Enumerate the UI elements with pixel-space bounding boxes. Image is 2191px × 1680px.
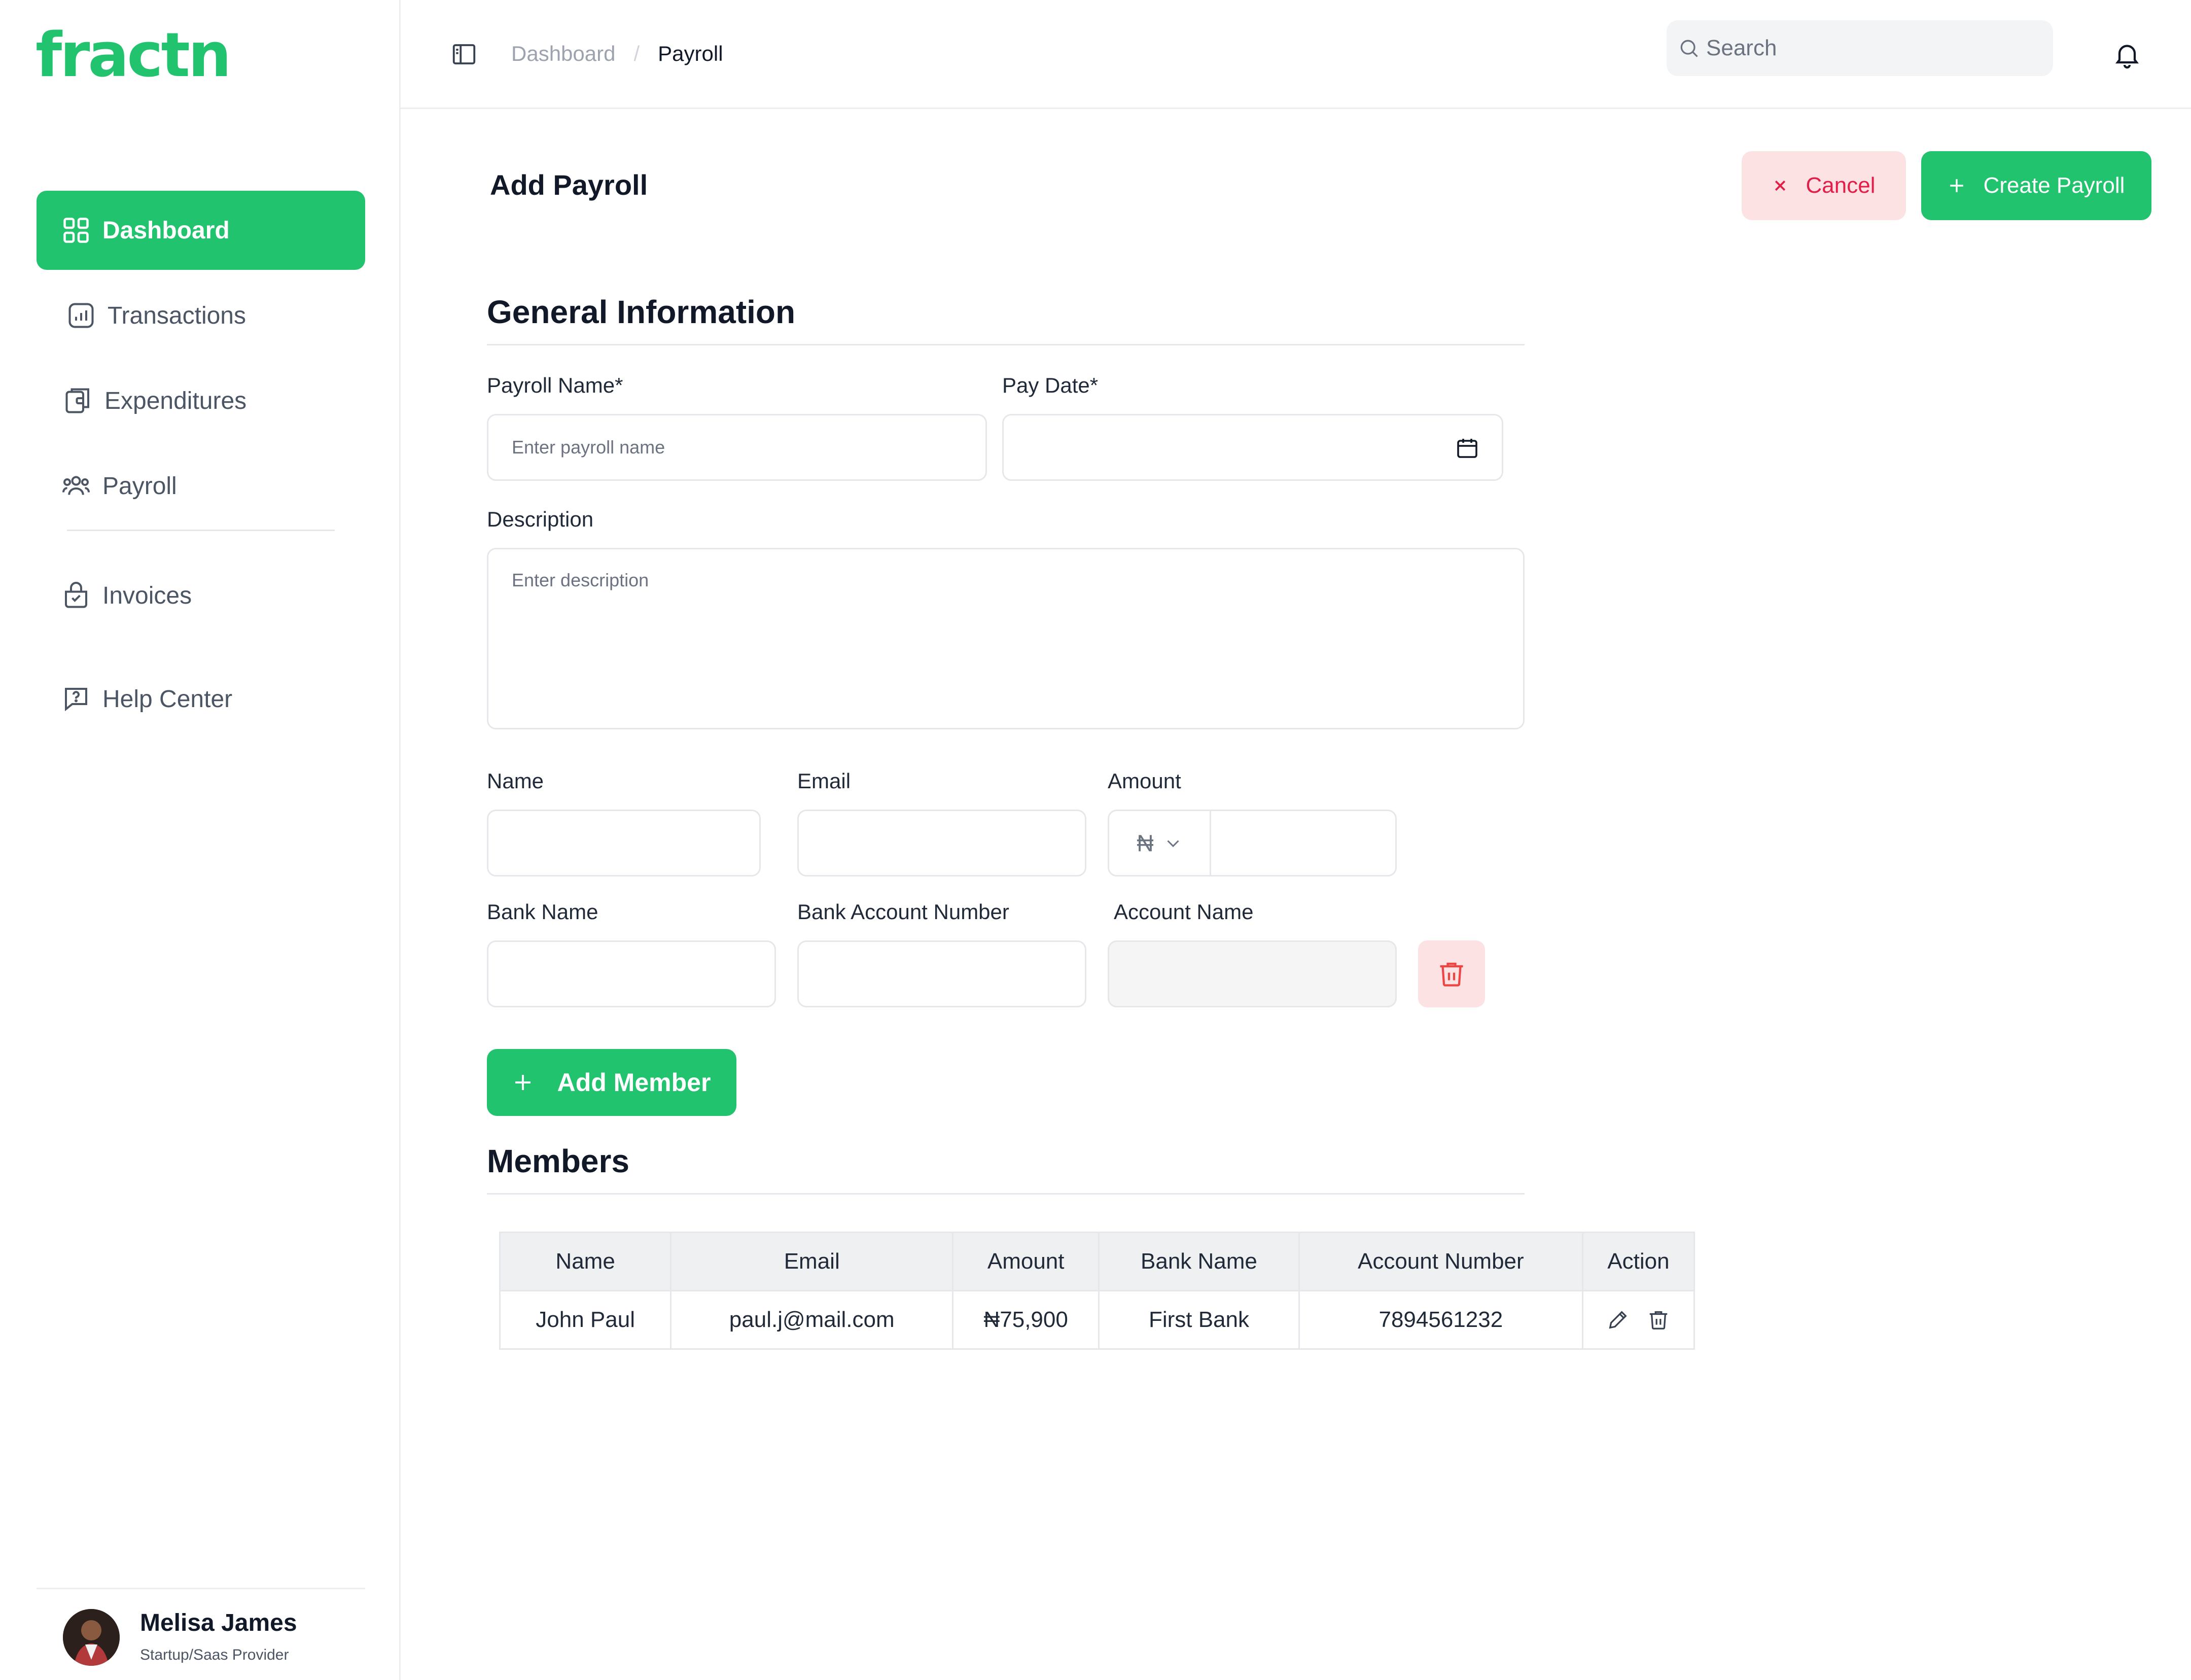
bank-name-input[interactable]: [487, 940, 776, 1007]
help-chat-icon: [61, 684, 91, 714]
create-payroll-button[interactable]: Create Payroll: [1921, 151, 2151, 220]
plus-icon: [1948, 177, 1965, 194]
member-email-input[interactable]: [797, 810, 1086, 877]
account-name-label: Account Name: [1114, 900, 1254, 924]
member-action-cell: [1581, 1290, 1695, 1350]
member-amount-cell: ₦75,900: [952, 1290, 1100, 1350]
wallet-icon: [63, 386, 93, 416]
member-name-input[interactable]: [487, 810, 761, 877]
sidebar-item-invoices[interactable]: Invoices: [37, 556, 365, 635]
column-header: Account Number: [1298, 1232, 1583, 1291]
members-table: Name Email Amount Bank Name Account Numb…: [499, 1232, 1695, 1350]
section-divider: [487, 344, 1525, 345]
member-name-cell: John Paul: [499, 1290, 672, 1350]
sidebar-item-expenditures[interactable]: Expenditures: [37, 361, 365, 440]
search-input[interactable]: Search: [1667, 20, 2053, 76]
member-account-cell: 7894561232: [1298, 1290, 1583, 1350]
profile-name: Melisa James: [140, 1609, 297, 1636]
plus-icon: [513, 1072, 533, 1093]
search-placeholder: Search: [1706, 36, 1777, 60]
member-amount-label: Amount: [1108, 769, 1181, 793]
sidebar-item-label: Expenditures: [104, 387, 247, 414]
column-header: Bank Name: [1098, 1232, 1300, 1291]
payroll-name-input[interactable]: Enter payroll name: [487, 414, 987, 481]
bank-name-label: Bank Name: [487, 900, 598, 924]
sidebar-toggle-icon[interactable]: [450, 41, 478, 68]
section-divider: [487, 1193, 1525, 1195]
sidebar-item-help-center[interactable]: Help Center: [37, 659, 365, 739]
column-header: Email: [670, 1232, 954, 1291]
sidebar-item-label: Dashboard: [102, 217, 230, 244]
profile-divider: [37, 1588, 365, 1589]
bank-account-number-label: Bank Account Number: [797, 900, 1009, 924]
sidebar-item-label: Help Center: [102, 685, 233, 713]
sidebar-item-label: Invoices: [102, 582, 192, 609]
member-bank-cell: First Bank: [1098, 1290, 1300, 1350]
breadcrumb: Dashboard / Payroll: [511, 42, 723, 66]
chevron-down-icon: [1164, 834, 1182, 852]
sidebar-item-dashboard[interactable]: Dashboard: [37, 191, 365, 270]
page-title: Add Payroll: [490, 169, 648, 201]
table-row: John Paul paul.j@mail.com ₦75,900 First …: [499, 1290, 1695, 1350]
pay-date-label: Pay Date*: [1002, 373, 1099, 397]
sidebar-divider: [67, 530, 335, 531]
grid-icon: [61, 215, 91, 246]
close-icon: [1773, 178, 1788, 193]
column-header: Amount: [952, 1232, 1100, 1291]
pay-date-input[interactable]: [1002, 414, 1503, 481]
search-icon: [1678, 37, 1700, 59]
invoice-bag-icon: [61, 580, 91, 611]
general-information-title: General Information: [487, 294, 796, 330]
breadcrumb-separator: /: [633, 42, 640, 65]
currency-select[interactable]: ₦: [1109, 811, 1211, 875]
member-name-label: Name: [487, 769, 544, 793]
avatar[interactable]: [63, 1609, 120, 1666]
description-textarea[interactable]: Enter description: [487, 548, 1525, 729]
member-email-cell: paul.j@mail.com: [670, 1290, 954, 1350]
bank-account-number-input[interactable]: [797, 940, 1086, 1007]
table-header-row: Name Email Amount Bank Name Account Numb…: [499, 1232, 1695, 1291]
sidebar-item-label: Transactions: [108, 302, 246, 329]
member-amount-input[interactable]: ₦: [1108, 810, 1397, 877]
add-member-button[interactable]: Add Member: [487, 1049, 736, 1116]
breadcrumb-dashboard[interactable]: Dashboard: [511, 42, 615, 66]
delete-member-row-button[interactable]: [1418, 940, 1485, 1007]
account-name-input: [1108, 940, 1397, 1007]
bell-icon[interactable]: [2112, 40, 2142, 70]
calendar-icon[interactable]: [1455, 436, 1479, 460]
members-title: Members: [487, 1143, 629, 1179]
sidebar-item-transactions[interactable]: Transactions: [37, 276, 365, 355]
chart-icon: [66, 300, 96, 331]
edit-icon[interactable]: [1606, 1308, 1630, 1332]
cancel-button[interactable]: Cancel: [1742, 151, 1906, 220]
payroll-name-label: Payroll Name*: [487, 373, 623, 397]
trash-icon: [1436, 959, 1467, 989]
column-header: Name: [499, 1232, 672, 1291]
description-label: Description: [487, 507, 594, 531]
sidebar-item-payroll[interactable]: Payroll: [37, 446, 365, 526]
profile-role: Startup/Saas Provider: [140, 1647, 289, 1663]
brand-logo[interactable]: fractn: [36, 20, 231, 91]
sidebar-item-label: Payroll: [102, 472, 177, 500]
breadcrumb-current: Payroll: [658, 42, 723, 65]
member-email-label: Email: [797, 769, 851, 793]
users-icon: [61, 471, 91, 501]
trash-icon[interactable]: [1647, 1308, 1670, 1332]
column-header: Action: [1581, 1232, 1695, 1291]
